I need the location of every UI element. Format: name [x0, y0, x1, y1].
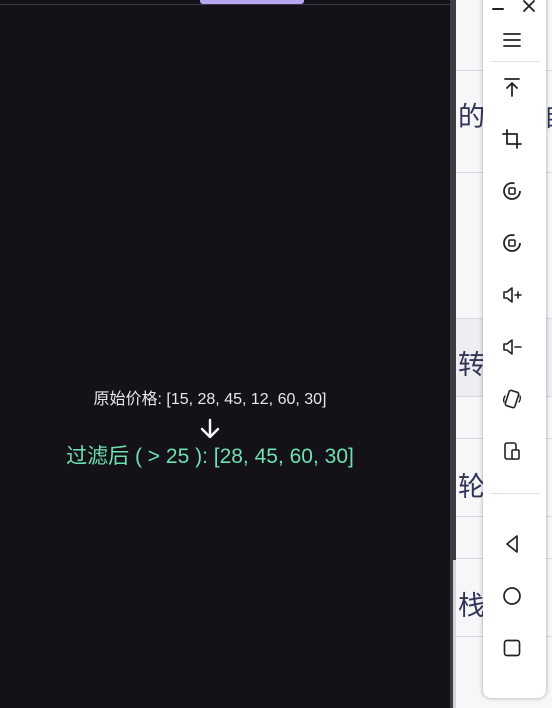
minimize-icon[interactable] — [486, 0, 510, 16]
toolbar-separator — [490, 61, 540, 62]
rotate-right-icon[interactable] — [497, 228, 527, 258]
home-icon[interactable] — [497, 581, 527, 611]
shake-icon[interactable] — [497, 384, 527, 414]
tab-indicator — [200, 0, 304, 4]
doc-row-text: 的 — [458, 102, 485, 133]
volume-up-icon[interactable] — [497, 280, 527, 310]
original-prices-label: 原始价格: [15, 28, 45, 12, 60, 30] — [93, 391, 327, 408]
doc-row-text: 栈 — [458, 591, 485, 622]
rotate-left-icon[interactable] — [497, 176, 527, 206]
toolbar-separator — [490, 493, 540, 494]
status-divider — [0, 4, 450, 5]
back-icon[interactable] — [497, 529, 527, 559]
emulator-screen[interactable]: 原始价格: [15, 28, 45, 12, 60, 30] 过滤后 ( > 2… — [0, 0, 450, 708]
pin-top-icon[interactable] — [497, 72, 527, 102]
arrow-down-icon — [199, 418, 221, 440]
fold-icon[interactable] — [497, 436, 527, 466]
doc-row-text: 转 — [458, 350, 485, 381]
menu-icon[interactable] — [497, 25, 527, 55]
overview-icon[interactable] — [497, 633, 527, 663]
volume-down-icon[interactable] — [497, 332, 527, 362]
crop-icon[interactable] — [497, 124, 527, 154]
filtered-prices-label: 过滤后 ( > 25 ): [28, 45, 60, 30] — [66, 445, 354, 468]
doc-row-text: 轮 — [458, 472, 485, 503]
close-icon[interactable] — [517, 0, 541, 16]
emulator-toolbar — [483, 0, 546, 698]
